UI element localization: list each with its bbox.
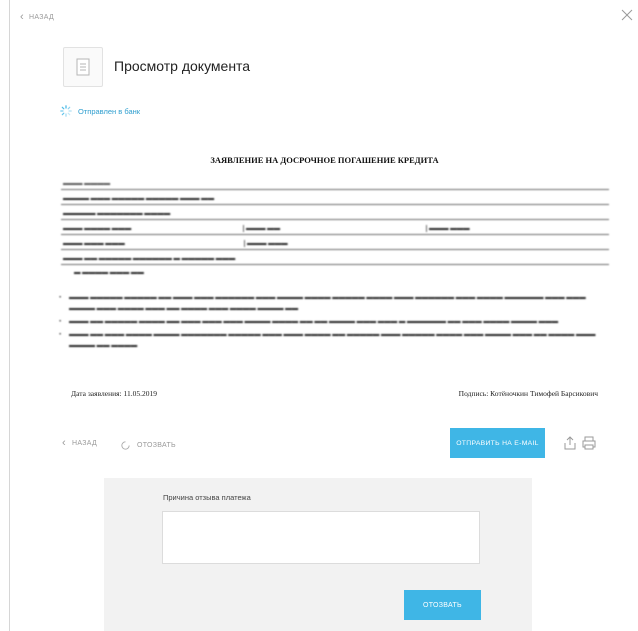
back-button-label: НАЗАД — [71, 440, 97, 447]
reason-label: Причина отзыва платежа — [163, 493, 251, 502]
form-row: ▬▬▬ ▬▬▬▬ ▬▬▬ ▬▬▬ ▬▬ ▬▬▬ ▬▬▬ — [61, 220, 609, 235]
status-text: Отправлен в банк — [78, 106, 141, 116]
status-indicator: Отправлен в банк — [60, 105, 140, 117]
action-bar: ‹ НАЗАД ОТОЗВАТЬ ОТПРАВИТЬ НА E-MAIL — [10, 428, 638, 458]
form-row: ▬▬▬ ▬▬ ▬▬▬▬▬ ▬▬▬▬▬▬ ▬ ▬▬▬▬▬ ▬▬▬ — [61, 250, 609, 265]
reason-input[interactable] — [162, 511, 480, 564]
form-row: ▬▬▬ ▬▬▬ ▬▬▬ ▬▬▬ ▬▬▬ — [61, 235, 609, 250]
document-heading: ЗАЯВЛЕНИЕ НА ДОСРОЧНОЕ ПОГАШЕНИЕ КРЕДИТА — [210, 155, 439, 165]
print-icon[interactable] — [581, 435, 597, 451]
document-terms: ▬▬▬ ▬▬▬▬▬ ▬▬▬▬▬ ▬▬ ▬▬▬ ▬▬▬ ▬▬▬▬▬▬ ▬▬▬ ▬▬… — [59, 292, 611, 353]
top-back-button[interactable]: ‹ НАЗАД — [20, 11, 54, 23]
back-button[interactable]: ‹ НАЗАД — [62, 437, 97, 449]
chevron-left-icon: ‹ — [20, 11, 24, 23]
signature: Подпись: Котёночкин Тимофей Барсикович — [458, 389, 598, 398]
document-view-window: ‹ НАЗАД Просмотр документа Отправлен в б… — [9, 0, 638, 631]
list-item: ▬▬▬ ▬▬ ▬▬▬▬▬ ▬▬▬▬ ▬▬ ▬▬▬ ▬▬▬ ▬▬▬ ▬▬▬▬ ▬▬… — [59, 316, 611, 327]
list-item: ▬▬▬ ▬▬ ▬▬▬ ▬▬▬▬ ▬▬▬▬ ▬▬▬▬▬▬▬ ▬▬▬▬▬ ▬▬▬ ▬… — [59, 329, 611, 351]
application-date: Дата заявления: 11.05.2019 — [71, 389, 157, 398]
share-icon[interactable] — [562, 435, 578, 451]
top-back-label: НАЗАД — [28, 14, 54, 21]
form-row: ▬▬▬▬ ▬▬▬ ▬▬▬▬▬ ▬▬▬▬▬ ▬▬▬ ▬▬ — [61, 190, 609, 205]
revoke-link-label: ОТОЗВАТЬ — [137, 442, 176, 449]
revoke-submit-button[interactable]: ОТОЗВАТЬ — [404, 590, 481, 620]
page-title: Просмотр документа — [114, 58, 251, 74]
send-email-button[interactable]: ОТПРАВИТЬ НА E-MAIL — [450, 428, 545, 458]
revoke-link-button[interactable]: ОТОЗВАТЬ — [120, 440, 176, 451]
form-row: ▬▬▬ ▬▬▬▬ — [61, 175, 609, 190]
document-form-table: ▬▬▬ ▬▬▬▬ ▬▬▬▬ ▬▬▬ ▬▬▬▬▬ ▬▬▬▬▬ ▬▬▬ ▬▬ ▬▬▬… — [61, 175, 609, 265]
applicant-line: ▬ ▬▬▬▬ ▬▬▬ ▬▬ — [74, 269, 144, 276]
list-item: ▬▬▬ ▬▬▬▬▬ ▬▬▬▬▬ ▬▬ ▬▬▬ ▬▬▬ ▬▬▬▬▬▬ ▬▬▬ ▬▬… — [59, 292, 611, 314]
revoke-panel: Причина отзыва платежа ОТОЗВАТЬ — [104, 478, 532, 631]
form-row: ▬▬▬▬▬ ▬▬▬▬▬▬▬ ▬▬▬▬ — [61, 205, 609, 220]
close-icon[interactable] — [620, 8, 634, 22]
document-icon — [63, 47, 103, 87]
refresh-icon — [121, 441, 130, 450]
spinner-icon — [60, 105, 72, 117]
chevron-left-icon: ‹ — [62, 437, 66, 449]
